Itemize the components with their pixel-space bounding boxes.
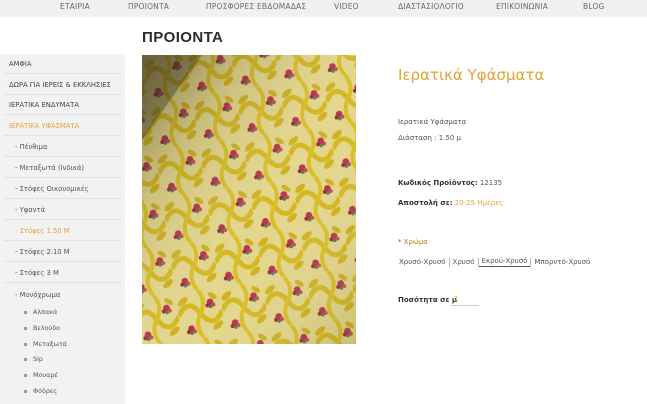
color-option-gold[interactable]: Χρυσό bbox=[450, 258, 478, 266]
product-code: Κωδικός Προϊόντος: 12135 bbox=[398, 179, 502, 187]
bullet-icon bbox=[24, 389, 27, 393]
product-title: Ιερατικά Υφάσματα bbox=[398, 66, 545, 84]
bullet-icon bbox=[24, 357, 27, 361]
fabric-pattern-image bbox=[142, 55, 356, 344]
divider bbox=[4, 135, 121, 136]
quantity-label: Ποσότητα σε μ bbox=[398, 296, 458, 304]
nav-item-contact[interactable]: ΕΠΙΚΟΙΝΩΝΙΑ bbox=[496, 2, 548, 11]
sidebar-subsubitem-label: Μουαρέ bbox=[33, 371, 58, 379]
sidebar-item-fabrics[interactable]: ΙΕΡΑΤΙΚΑ ΥΦΑΣΜΑΤΑ bbox=[9, 122, 79, 130]
sidebar-item-gifts[interactable]: ΔΩΡΑ ΓΙΑ ΙΕΡΕΙΣ & ΕΚΚΛΗΣΙΕΣ bbox=[9, 81, 111, 89]
sidebar-subsubitem-moire[interactable]: Μουαρέ bbox=[24, 371, 58, 379]
divider bbox=[4, 156, 121, 157]
divider bbox=[4, 198, 121, 199]
sidebar-subitem-economy-stofes[interactable]: - Στόφες Οικονομικές bbox=[15, 185, 89, 193]
color-options: Χρυσό-Χρυσό Χρυσό Εκρού-Χρυσό Μπορντό-Χρ… bbox=[399, 257, 593, 267]
bullet-icon bbox=[24, 310, 27, 314]
sidebar-item-vestments[interactable]: ΙΕΡΑΤΙΚΑ ΕΝΔΥΜΑΤΑ bbox=[9, 101, 79, 109]
divider bbox=[4, 94, 121, 95]
sidebar-subsubitem-alpaca[interactable]: Αλπακά bbox=[24, 308, 57, 316]
divider bbox=[4, 282, 121, 283]
divider bbox=[4, 114, 121, 115]
sidebar-subsubitem-label: Μεταξωτά bbox=[33, 340, 68, 348]
sidebar-subitem-silk-indian[interactable]: - Μεταξωτά (Ινδικά) bbox=[15, 164, 84, 172]
sidebar-subitem-woven[interactable]: - Υφαντά bbox=[15, 206, 45, 214]
sidebar: ΑΜΦΙΑ ΔΩΡΑ ΓΙΑ ΙΕΡΕΙΣ & ΕΚΚΛΗΣΙΕΣ ΙΕΡΑΤΙ… bbox=[0, 54, 125, 404]
bullet-icon bbox=[24, 373, 27, 377]
sidebar-subitem-stofes-210[interactable]: - Στόφες 2.10 Μ bbox=[15, 248, 70, 256]
divider bbox=[4, 219, 121, 220]
nav-item-size-chart[interactable]: ΔΙΑΣΤΑΣΙΟΛΟΓΙΟ bbox=[398, 2, 464, 11]
nav-item-weekly-offers[interactable]: ΠΡΟΣΦΟΡΕΣ ΕΒΔΟΜΑΔΑΣ bbox=[206, 2, 306, 11]
sidebar-subsubitem-label: Αλπακά bbox=[33, 308, 58, 316]
divider bbox=[4, 240, 121, 241]
sidebar-subsubitem-lining[interactable]: Φόδρες bbox=[24, 387, 57, 395]
sidebar-subitem-monochrome[interactable]: - Μονόχρωμα bbox=[15, 291, 60, 299]
sidebar-subsubitem-label: Βελούδο bbox=[33, 324, 61, 332]
product-category: Ιερατικά Υφάσματα bbox=[398, 118, 467, 126]
color-option-bordeaux-gold[interactable]: Μπορντό-Χρυσό bbox=[531, 258, 593, 266]
nav-item-company[interactable]: ΕΤΑΙΡΙΑ bbox=[60, 2, 90, 11]
product-code-value: 12135 bbox=[479, 179, 503, 187]
sidebar-item-amfia[interactable]: ΑΜΦΙΑ bbox=[9, 60, 32, 68]
sidebar-subsubitem-label: Φόδρες bbox=[33, 387, 58, 395]
sidebar-subitem-stofes-3[interactable]: - Στόφες 3 Μ bbox=[15, 269, 59, 277]
sidebar-subsubitem-label: Sip bbox=[33, 355, 43, 363]
page-title: ΠΡΟΙΟΝΤΑ bbox=[142, 29, 224, 46]
sidebar-subitem-penthima[interactable]: - Πένθιμα bbox=[15, 143, 47, 151]
required-mark: * bbox=[398, 238, 402, 246]
shipping-label: Αποστολή σε: bbox=[398, 199, 453, 207]
color-option-gold-gold[interactable]: Χρυσό-Χρυσό bbox=[399, 258, 449, 266]
divider bbox=[4, 177, 121, 178]
color-option-ecru-gold[interactable]: Εκρού-Χρυσό bbox=[478, 257, 531, 267]
top-navigation: ΕΤΑΙΡΙΑ ΠΡΟΙΟΝΤΑ ΠΡΟΣΦΟΡΕΣ ΕΒΔΟΜΑΔΑΣ VID… bbox=[0, 0, 647, 17]
color-label: * Χρώμα bbox=[398, 238, 428, 246]
color-label-text: Χρώμα bbox=[403, 238, 428, 246]
product-code-label: Κωδικός Προϊόντος: bbox=[398, 179, 478, 187]
nav-item-blog[interactable]: BLOG bbox=[583, 2, 605, 11]
sidebar-subitem-stofes-150[interactable]: - Στόφες 1.50 Μ bbox=[15, 227, 70, 235]
shipping-value: 20-25 Ημέρες bbox=[454, 199, 504, 207]
bullet-icon bbox=[24, 342, 27, 346]
sidebar-subsubitem-silk[interactable]: Μεταξωτά bbox=[24, 340, 67, 348]
quantity-input[interactable] bbox=[451, 293, 479, 306]
bullet-icon bbox=[24, 326, 27, 330]
shipping-info: Αποστολή σε: 20-25 Ημέρες bbox=[398, 199, 503, 207]
divider bbox=[4, 261, 121, 262]
nav-item-products[interactable]: ΠΡΟΙΟΝΤΑ bbox=[128, 2, 169, 11]
divider bbox=[4, 73, 121, 74]
sidebar-subsubitem-velvet[interactable]: Βελούδο bbox=[24, 324, 60, 332]
sidebar-subsubitem-sip[interactable]: Sip bbox=[24, 355, 43, 363]
nav-item-video[interactable]: VIDEO bbox=[334, 2, 359, 11]
product-dimension: Διάσταση : 1.50 μ bbox=[398, 134, 461, 142]
product-image[interactable] bbox=[142, 55, 356, 344]
